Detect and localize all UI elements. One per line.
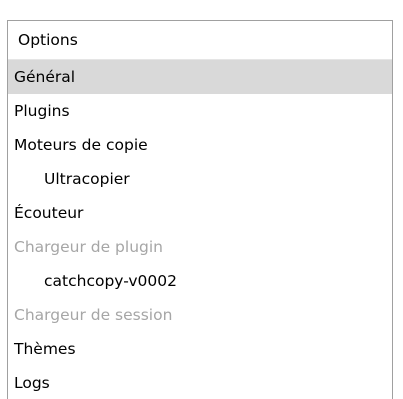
- tree-item-ultracopier[interactable]: Ultracopier: [8, 162, 392, 196]
- tree-item-themes[interactable]: Thèmes: [8, 332, 392, 366]
- tree-item-listener[interactable]: Écouteur: [8, 196, 392, 230]
- tree-item-logs[interactable]: Logs: [8, 366, 392, 399]
- tree-item-catchcopy[interactable]: catchcopy-v0002: [8, 264, 392, 298]
- tree-item-general[interactable]: Général: [8, 60, 392, 94]
- tree-item-plugins[interactable]: Plugins: [8, 94, 392, 128]
- options-tree: Général Plugins Moteurs de copie Ultraco…: [8, 60, 392, 399]
- options-header[interactable]: Options: [8, 21, 392, 60]
- tree-item-copy-engines[interactable]: Moteurs de copie: [8, 128, 392, 162]
- options-tree-panel: Options Général Plugins Moteurs de copie…: [7, 20, 393, 399]
- tree-item-session-loader: Chargeur de session: [14, 306, 173, 324]
- tree-item-plugin-loader: Chargeur de plugin: [14, 238, 163, 256]
